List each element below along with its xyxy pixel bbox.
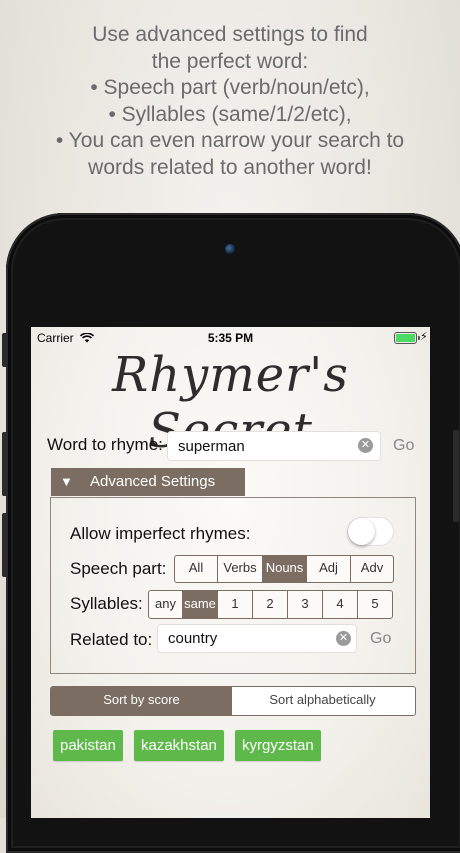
syllables-selector: any same 1 2 3 4 5 [148, 590, 393, 619]
charging-icon: ⚡ [420, 331, 428, 343]
promo-line: Use advanced settings to find [92, 23, 368, 46]
speech-option-adv[interactable]: Adv [350, 556, 393, 582]
result-chip[interactable]: pakistan [53, 730, 123, 761]
promo-line: the perfect word: [151, 49, 309, 73]
speech-part-selector: All Verbs Nouns Adj Adv [174, 555, 394, 583]
related-to-label: Related to: [70, 630, 153, 649]
syllable-option-same[interactable]: same [182, 591, 217, 618]
advanced-settings-toggle[interactable]: ▼ Advanced Settings [51, 468, 245, 496]
speech-option-nouns[interactable]: Nouns [262, 556, 306, 582]
speech-option-verbs[interactable]: Verbs [217, 556, 262, 582]
camera-icon [225, 244, 235, 254]
status-bar: Carrier 5:35 PM ⚡ [31, 327, 430, 349]
related-to-field[interactable]: ✕ [157, 624, 357, 653]
syllables-label: Syllables: [70, 594, 143, 613]
syllable-option-2[interactable]: 2 [252, 591, 287, 618]
syllable-option-any[interactable]: any [149, 591, 182, 618]
battery-icon [394, 332, 420, 344]
speech-option-all[interactable]: All [175, 556, 217, 582]
word-to-rhyme-field[interactable]: ✕ [167, 431, 381, 461]
word-to-rhyme-input[interactable] [176, 437, 350, 456]
syllable-option-1[interactable]: 1 [217, 591, 252, 618]
syllable-option-4[interactable]: 4 [322, 591, 357, 618]
clear-icon[interactable]: ✕ [358, 438, 373, 453]
phone-screen: Carrier 5:35 PM ⚡ Rhymer's Secret Word t… [31, 327, 430, 818]
result-chip[interactable]: kazakhstan [134, 730, 224, 761]
promo-line: • You can even narrow your search to [55, 129, 405, 152]
imperfect-rhymes-switch[interactable] [347, 517, 394, 546]
imperfect-rhymes-label: Allow imperfect rhymes: [70, 524, 251, 543]
volume-down-button [2, 513, 8, 577]
status-time: 5:35 PM [207, 331, 254, 345]
promo-line: • Syllables (same/1/2/etc), [108, 102, 352, 126]
promo-line: words related to another word! [88, 155, 372, 179]
power-button [453, 430, 459, 522]
speech-option-adj[interactable]: Adj [306, 556, 350, 582]
related-to-input[interactable] [166, 629, 340, 648]
word-to-rhyme-label: Word to rhyme: [47, 435, 163, 454]
sort-by-score-option[interactable]: Sort by score [51, 687, 232, 715]
syllable-option-3[interactable]: 3 [287, 591, 322, 618]
mute-switch [2, 333, 8, 367]
syllable-option-5[interactable]: 5 [357, 591, 392, 618]
clear-icon[interactable]: ✕ [336, 631, 351, 646]
sort-selector: Sort by score Sort alphabetically [50, 686, 416, 716]
volume-up-button [2, 432, 8, 496]
go-button[interactable]: Go [393, 437, 414, 455]
sort-alphabetically-option[interactable]: Sort alphabetically [232, 687, 413, 715]
speech-part-label: Speech part: [70, 559, 167, 578]
promo-text: Use advanced settings to find the perfec… [0, 22, 460, 181]
result-chip[interactable]: kyrgyzstan [235, 730, 321, 761]
promo-line: • Speech part (verb/noun/etc), [90, 76, 370, 99]
triangle-down-icon: ▼ [60, 474, 73, 489]
advanced-settings-label: Advanced Settings [90, 473, 216, 490]
related-go-button[interactable]: Go [370, 630, 391, 648]
switch-knob [348, 518, 375, 545]
